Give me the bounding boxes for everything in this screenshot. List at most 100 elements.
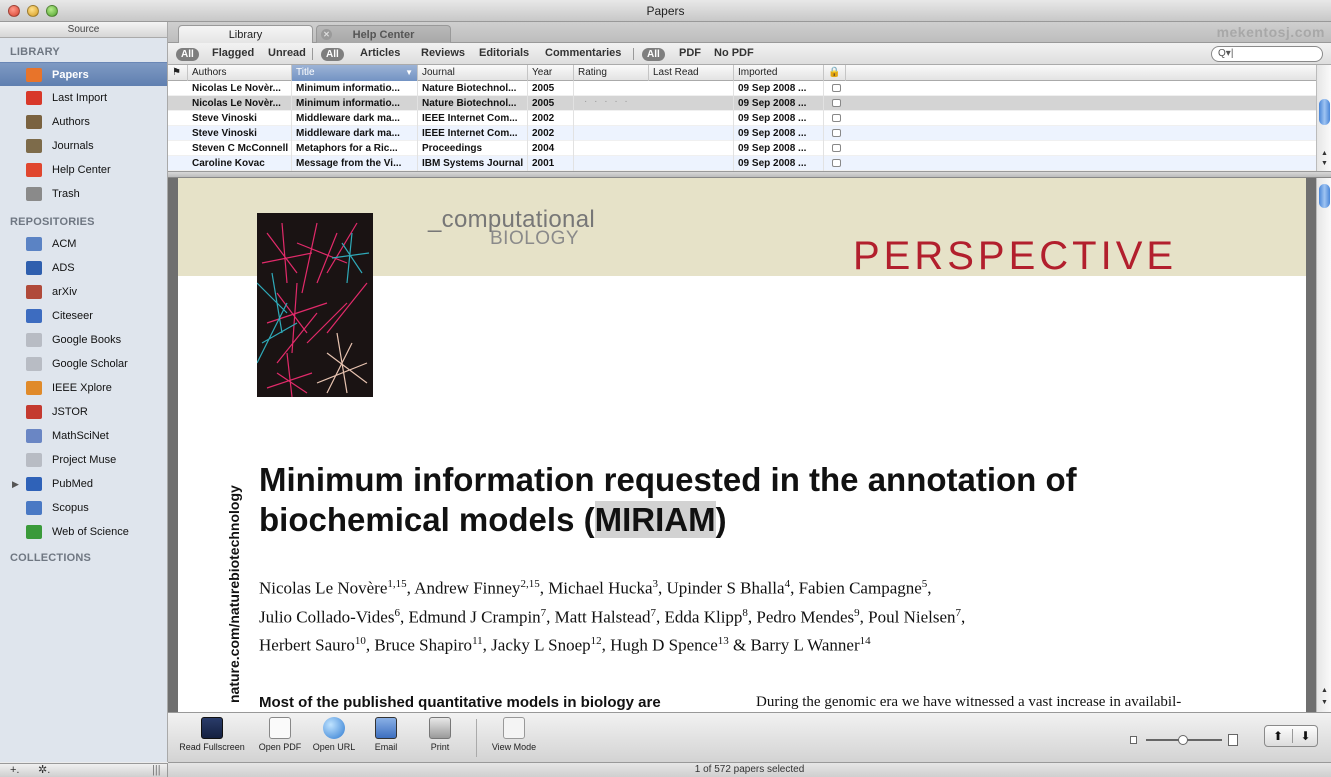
table-row[interactable]: Nicolas Le Novèr... Minimum informatio...… xyxy=(168,96,1316,111)
rating-stars[interactable]: · · · · · xyxy=(584,96,630,107)
table-row[interactable]: Caroline Kovac Message from the Vi... IBM … xyxy=(168,156,1316,171)
next-paper-button[interactable]: ⬇ xyxy=(1292,729,1318,743)
column-authors[interactable]: Authors xyxy=(188,65,292,81)
email-button[interactable]: Email xyxy=(366,717,406,752)
filter-all-type[interactable]: All xyxy=(321,48,344,61)
author-name: Matt Halstead xyxy=(554,607,651,627)
filter-unread[interactable]: Unread xyxy=(268,47,306,59)
flag-column-header[interactable]: ⚑ xyxy=(168,65,188,81)
read-fullscreen-button[interactable]: Read Fullscreen xyxy=(176,717,248,752)
zoom-in-icon xyxy=(1228,734,1238,746)
sidebar-item-project-muse[interactable]: Project Muse xyxy=(0,448,167,472)
add-source-button[interactable]: +. xyxy=(10,764,19,777)
pubmed-icon xyxy=(26,477,42,491)
table-row[interactable]: Steven C McConnell Metaphors for a Ric...… xyxy=(168,141,1316,156)
filter-all-status[interactable]: All xyxy=(176,48,199,61)
disclosure-triangle-icon[interactable]: ▶ xyxy=(12,472,19,496)
open-url-button[interactable]: Open URL xyxy=(310,717,358,752)
sidebar-item-last-import[interactable]: Last Import xyxy=(0,86,167,110)
close-tab-icon[interactable]: ✕ xyxy=(321,29,332,40)
sidebar-item-help-center[interactable]: Help Center xyxy=(0,158,167,182)
viewer-scrollbar[interactable]: ▲ ▼ xyxy=(1316,178,1331,712)
open-pdf-button[interactable]: Open PDF xyxy=(256,717,304,752)
pane-splitter[interactable] xyxy=(168,171,1331,178)
column-last-read[interactable]: Last Read xyxy=(649,65,734,81)
cell-journal: IEEE Internet Com... xyxy=(418,111,528,126)
tab-library[interactable]: Library xyxy=(178,25,313,43)
sidebar-item-trash[interactable]: Trash xyxy=(0,182,167,206)
filter-articles[interactable]: Articles xyxy=(360,47,400,59)
scroll-down-icon[interactable]: ▼ xyxy=(1317,698,1331,708)
pdf-status-icon[interactable] xyxy=(832,99,841,107)
lock-icon[interactable]: 🔒 xyxy=(824,65,846,81)
table-row[interactable]: Steve Vinoski Middleware dark ma... IEEE I… xyxy=(168,111,1316,126)
sidebar-item-label: Journals xyxy=(52,140,94,152)
filter-pdf[interactable]: PDF xyxy=(679,47,701,59)
sidebar-item-papers[interactable]: Papers xyxy=(0,62,167,86)
sidebar-item-scopus[interactable]: Scopus xyxy=(0,496,167,520)
table-row[interactable]: Nicolas Le Novèr... Minimum informatio...… xyxy=(168,81,1316,96)
zoom-thumb[interactable] xyxy=(1178,735,1188,745)
view-mode-button[interactable]: View Mode xyxy=(486,717,542,752)
sidebar-item-label: Help Center xyxy=(52,164,111,176)
gear-icon[interactable]: ✲. xyxy=(38,764,50,777)
column-imported[interactable]: Imported xyxy=(734,65,824,81)
minimize-window-button[interactable] xyxy=(27,5,39,17)
pdf-status-icon[interactable] xyxy=(832,129,841,137)
scroll-up-icon[interactable]: ▲ xyxy=(1317,686,1331,696)
column-title[interactable]: Title ▼ xyxy=(292,65,418,81)
window-title: Papers xyxy=(646,4,685,18)
search-input[interactable]: Q▾| xyxy=(1211,46,1323,62)
sidebar-item-jstor[interactable]: JSTOR xyxy=(0,400,167,424)
table-scrollbar[interactable]: ▲ ▼ xyxy=(1316,65,1331,171)
table-row[interactable]: Steve Vinoski Middleware dark ma... IEEE I… xyxy=(168,126,1316,141)
filter-flagged[interactable]: Flagged xyxy=(212,47,254,59)
sidebar-item-pubmed[interactable]: ▶ PubMed xyxy=(0,472,167,496)
scroll-up-icon[interactable]: ▲ xyxy=(1317,149,1331,159)
sidebar-item-ads[interactable]: ADS xyxy=(0,256,167,280)
papers-icon xyxy=(26,68,42,82)
pdf-status-icon[interactable] xyxy=(832,84,841,92)
sidebar-item-authors[interactable]: Authors xyxy=(0,110,167,134)
filter-commentaries[interactable]: Commentaries xyxy=(545,47,621,59)
column-year[interactable]: Year xyxy=(528,65,574,81)
pdf-status-icon[interactable] xyxy=(832,114,841,122)
zoom-window-button[interactable] xyxy=(46,5,58,17)
cell-year: 2002 xyxy=(528,126,574,141)
sidebar: Source LIBRARY Papers Last Import Authors J… xyxy=(0,22,168,762)
print-button[interactable]: Print xyxy=(420,717,460,752)
zoom-slider[interactable] xyxy=(1130,734,1240,746)
tab-help-center[interactable]: ✕ Help Center xyxy=(316,25,451,43)
filter-no-pdf[interactable]: No PDF xyxy=(714,47,754,59)
author-name: Hugh D Spence xyxy=(610,635,718,655)
author-name: Bruce Shapiro xyxy=(374,635,473,655)
pdf-status-icon[interactable] xyxy=(832,144,841,152)
sidebar-item-google-scholar[interactable]: Google Scholar xyxy=(0,352,167,376)
close-window-button[interactable] xyxy=(8,5,20,17)
sidebar-item-acm[interactable]: ACM xyxy=(0,232,167,256)
filter-reviews[interactable]: Reviews xyxy=(421,47,465,59)
scroll-down-icon[interactable]: ▼ xyxy=(1317,159,1331,169)
pdf-status-icon[interactable] xyxy=(832,159,841,167)
column-journal[interactable]: Journal xyxy=(418,65,528,81)
filter-editorials[interactable]: Editorials xyxy=(479,47,529,59)
filter-separator xyxy=(312,48,313,60)
resize-grip-icon[interactable]: ||| xyxy=(152,764,161,777)
sidebar-item-ieee-xplore[interactable]: IEEE Xplore xyxy=(0,376,167,400)
sidebar-item-label: ADS xyxy=(52,262,75,274)
sidebar-item-arxiv[interactable]: arXiv xyxy=(0,280,167,304)
previous-paper-button[interactable]: ⬆ xyxy=(1265,729,1291,743)
sidebar-item-mathscinet[interactable]: MathSciNet xyxy=(0,424,167,448)
author-name: Edmund J Crampin xyxy=(408,607,541,627)
sidebar-item-google-books[interactable]: Google Books xyxy=(0,328,167,352)
author-affiliation: 10 xyxy=(354,635,366,648)
sidebar-item-journals[interactable]: Journals xyxy=(0,134,167,158)
viewer-scroll-thumb[interactable] xyxy=(1319,184,1330,208)
table-scroll-thumb[interactable] xyxy=(1319,99,1330,125)
sidebar-item-web-of-science[interactable]: Web of Science xyxy=(0,520,167,544)
sidebar-item-citeseer[interactable]: Citeseer xyxy=(0,304,167,328)
column-rating[interactable]: Rating xyxy=(574,65,649,81)
pdf-viewer[interactable]: _computational BIOLOGY PERSPECTIVE natur… xyxy=(168,178,1316,712)
filter-all-pdf[interactable]: All xyxy=(642,48,665,61)
search-highlight[interactable]: MIRIAM xyxy=(594,501,716,538)
